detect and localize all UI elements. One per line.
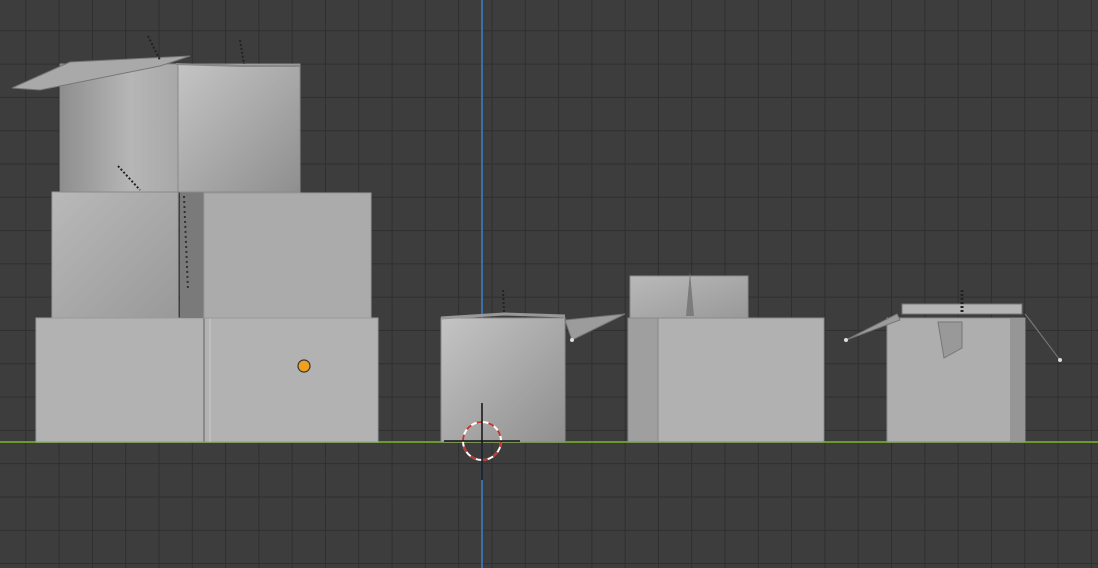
box-stack-middle-right[interactable] [180, 192, 372, 319]
box-stack-top-right[interactable] [175, 39, 301, 193]
3d-viewport[interactable] [0, 0, 1098, 568]
box-stack-top-left[interactable] [11, 35, 191, 193]
object-origin-marker[interactable] [297, 359, 311, 373]
box-small-open[interactable] [440, 289, 626, 443]
box-stack-middle-left[interactable] [51, 191, 179, 319]
box-stack-bottom[interactable] [35, 317, 379, 443]
box-lidded[interactable] [627, 272, 825, 443]
box-right-open[interactable] [844, 290, 1062, 443]
scene-canvas [0, 0, 1098, 568]
